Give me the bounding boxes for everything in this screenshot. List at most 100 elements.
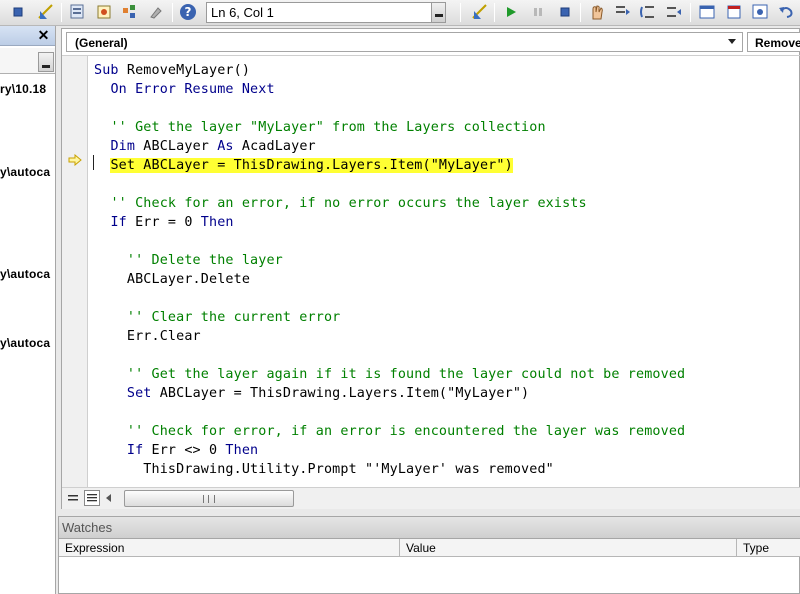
locals-icon[interactable] xyxy=(697,2,717,22)
reset-icon[interactable] xyxy=(555,2,575,22)
toolbar-separator xyxy=(172,3,173,22)
project-panel: ✕ ry\10.18 y\autoca y\autoca y\autoca xyxy=(0,26,56,594)
object-combo[interactable]: (General) xyxy=(66,32,743,52)
close-icon[interactable]: ✕ xyxy=(35,28,52,44)
execution-arrow-icon xyxy=(68,154,82,166)
code-text: ABCLayer.Delete xyxy=(126,272,251,287)
code-keyword: On Error Resume Next xyxy=(110,82,275,97)
project-path[interactable]: y\autoca xyxy=(0,267,50,281)
undo-icon[interactable] xyxy=(776,2,796,22)
toolbar-separator xyxy=(61,3,62,22)
code-line[interactable]: Set ABCLayer = ThisDrawing.Layers.Item("… xyxy=(94,384,529,403)
code-keyword: Dim xyxy=(110,139,144,154)
code-line[interactable]: '' Get the layer "MyLayer" from the Laye… xyxy=(94,118,546,137)
procedure-combo[interactable]: Remove xyxy=(747,32,800,52)
code-comment: '' Check for error, if an error is encou… xyxy=(126,424,686,439)
design-mode-icon[interactable] xyxy=(470,2,490,22)
code-keyword: If xyxy=(126,443,152,458)
code-keyword: As xyxy=(217,139,242,154)
watches-window: Watches Expression Value Type xyxy=(58,516,800,594)
code-window: (General) Remove Sub RemoveMyLayer() On … xyxy=(61,28,800,509)
code-keyword: Then xyxy=(200,215,234,230)
code-line[interactable]: Set ABCLayer = ThisDrawing.Layers.Item("… xyxy=(94,156,513,175)
stop-icon[interactable] xyxy=(8,2,28,22)
code-text: Err.Clear xyxy=(126,329,201,344)
code-combos: (General) Remove xyxy=(66,32,800,53)
code-keyword: Sub xyxy=(94,63,127,78)
column-value[interactable]: Value xyxy=(400,539,737,557)
toolbox-icon[interactable] xyxy=(146,2,166,22)
project-path[interactable]: ry\10.18 xyxy=(0,82,46,96)
code-text: Err = 0 xyxy=(135,215,201,230)
watches-column-header: Expression Value Type xyxy=(59,539,800,557)
properties-icon[interactable] xyxy=(94,2,114,22)
code-line[interactable]: '' Delete the layer xyxy=(94,251,283,270)
object-combo-value: (General) xyxy=(75,36,128,50)
column-expression[interactable]: Expression xyxy=(59,539,400,557)
immediate-icon[interactable] xyxy=(724,2,744,22)
run-icon[interactable] xyxy=(501,2,521,22)
code-line[interactable]: Dim ABCLayer As AcadLayer xyxy=(94,137,316,156)
design-mode-icon[interactable] xyxy=(36,2,56,22)
code-line[interactable]: ABCLayer.Delete xyxy=(94,270,250,289)
scroll-thumb[interactable] xyxy=(124,490,294,507)
scroll-left-icon[interactable] xyxy=(106,494,111,502)
svg-text:?: ? xyxy=(185,5,192,19)
horizontal-scrollbar[interactable] xyxy=(62,487,800,509)
code-line[interactable]: '' Get the layer again if it is found th… xyxy=(94,365,685,384)
break-icon[interactable] xyxy=(528,2,548,22)
step-into-icon[interactable] xyxy=(613,2,633,22)
chevron-down-icon[interactable] xyxy=(38,52,54,72)
toolbar-options-dropdown[interactable] xyxy=(431,3,445,22)
cursor-position-text: Ln 6, Col 1 xyxy=(211,5,274,20)
column-type[interactable]: Type xyxy=(737,539,800,557)
project-combo[interactable] xyxy=(0,48,55,74)
code-keyword: If xyxy=(110,215,136,230)
code-comment: '' Get the layer again if it is found th… xyxy=(126,367,686,382)
margin-indicator-bar[interactable] xyxy=(62,56,88,488)
code-line[interactable]: If Err <> 0 Then xyxy=(94,441,258,460)
code-line[interactable]: If Err = 0 Then xyxy=(94,213,234,232)
code-text: AcadLayer xyxy=(241,139,316,154)
chevron-down-icon[interactable] xyxy=(728,39,736,44)
project-explorer-icon[interactable] xyxy=(68,2,88,22)
object-browser-icon[interactable] xyxy=(120,2,140,22)
code-line[interactable]: '' Check for an error, if no error occur… xyxy=(94,194,587,213)
procedure-view-icon[interactable] xyxy=(65,490,81,506)
project-path[interactable]: y\autoca xyxy=(0,336,50,350)
code-line[interactable]: Err.Clear xyxy=(94,327,201,346)
step-out-icon[interactable] xyxy=(664,2,684,22)
code-line[interactable]: '' Clear the current error xyxy=(94,308,340,327)
toolbar-separator xyxy=(494,3,495,22)
help-icon[interactable]: ? xyxy=(178,2,198,22)
project-path[interactable]: y\autoca xyxy=(0,165,50,179)
code-comment: '' Delete the layer xyxy=(126,253,283,268)
code-line[interactable]: On Error Resume Next xyxy=(94,80,275,99)
toolbar: ? Ln 6, Col 1 xyxy=(0,0,800,26)
watches-title: Watches xyxy=(59,517,800,539)
full-module-view-icon[interactable] xyxy=(84,490,100,506)
watch-icon[interactable] xyxy=(750,2,770,22)
code-comment: '' Clear the current error xyxy=(126,310,341,325)
step-over-icon[interactable] xyxy=(638,2,658,22)
procedure-combo-value: Remove xyxy=(755,36,800,50)
code-line[interactable]: Sub RemoveMyLayer() xyxy=(94,61,250,80)
code-comment: '' Get the layer "MyLayer" from the Laye… xyxy=(110,120,546,135)
code-line[interactable]: '' Check for error, if an error is encou… xyxy=(94,422,685,441)
code-editor[interactable]: Sub RemoveMyLayer() On Error Resume Next… xyxy=(62,55,800,488)
code-line[interactable]: ThisDrawing.Utility.Prompt "'MyLayer' wa… xyxy=(94,460,554,479)
toggle-breakpoint-icon[interactable] xyxy=(587,2,607,22)
toolbar-separator xyxy=(460,3,461,22)
